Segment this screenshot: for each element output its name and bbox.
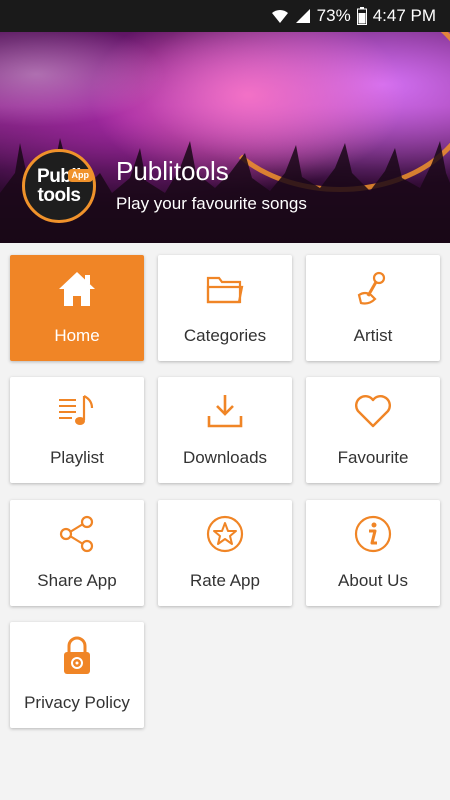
menu-tile-label: Artist — [353, 326, 393, 345]
menu-tile-label: Playlist — [50, 448, 104, 467]
folder-icon — [205, 269, 245, 309]
menu-tile-label: About Us — [338, 571, 408, 590]
header-banner: Publi tools App Publitools Play your fav… — [0, 32, 450, 243]
clock: 4:47 PM — [372, 6, 436, 25]
download-icon — [205, 391, 245, 431]
menu-tile-label: Categories — [183, 326, 267, 345]
menu-tile-label: Rate App — [190, 571, 260, 590]
menu-tile-playlist[interactable]: Playlist — [10, 377, 144, 483]
menu-tile-home[interactable]: Home — [10, 255, 144, 361]
wifi-icon — [271, 8, 289, 24]
menu-tile-privacy-policy[interactable]: Privacy Policy — [10, 622, 144, 728]
app-title: Publitools — [116, 156, 229, 186]
battery-percent: 73% — [316, 6, 351, 25]
status-bar: 73% 4:47 PM — [0, 0, 450, 32]
logo-badge: App — [67, 169, 93, 182]
app-subtitle: Play your favourite songs — [116, 194, 307, 213]
battery-icon — [356, 7, 367, 25]
share-icon — [57, 514, 97, 554]
menu-tile-categories[interactable]: Categories — [158, 255, 292, 361]
menu-tile-label: Downloads — [182, 448, 268, 467]
lock-icon — [60, 636, 94, 676]
menu-tile-label: Home — [54, 326, 100, 345]
menu-tile-label: Privacy Policy — [24, 693, 130, 712]
app-logo: Publi tools App — [22, 149, 96, 223]
menu-tile-artist[interactable]: Artist — [306, 255, 440, 361]
signal-icon — [295, 8, 311, 24]
microphone-icon — [355, 269, 391, 309]
heart-icon — [353, 391, 393, 431]
home-icon — [56, 269, 98, 309]
menu-tile-label: Favourite — [337, 448, 409, 467]
info-icon — [353, 514, 393, 554]
menu-tile-label: Share App — [37, 571, 117, 590]
menu-tile-share-app[interactable]: Share App — [10, 500, 144, 606]
menu-tile-favourite[interactable]: Favourite — [306, 377, 440, 483]
menu-tile-downloads[interactable]: Downloads — [158, 377, 292, 483]
star-icon — [205, 514, 245, 554]
menu-tile-about-us[interactable]: About Us — [306, 500, 440, 606]
playlist-icon — [56, 391, 98, 431]
menu-tile-rate-app[interactable]: Rate App — [158, 500, 292, 606]
